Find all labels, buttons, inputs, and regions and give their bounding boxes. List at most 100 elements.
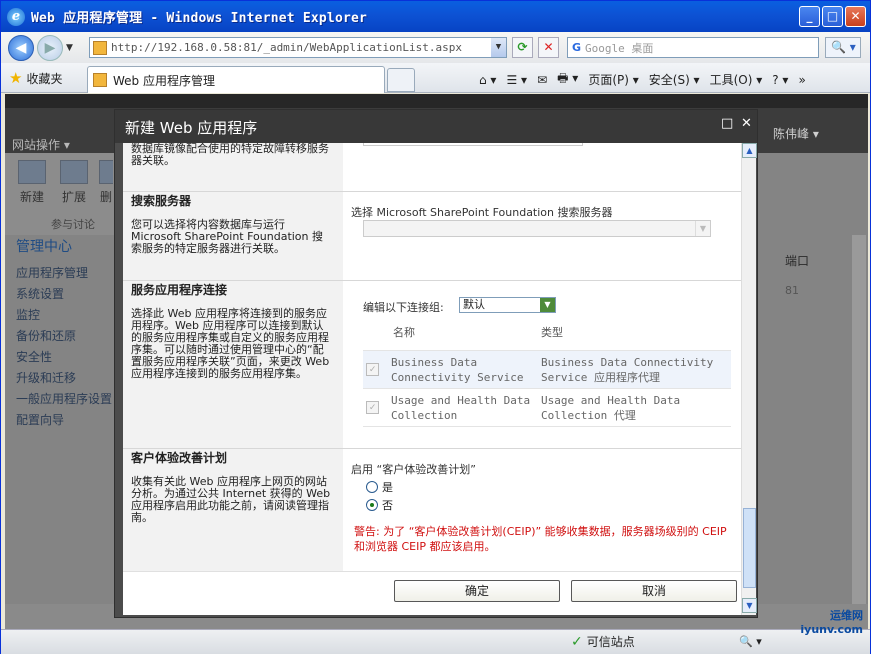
quick-launch-heading[interactable]: 管理中心	[16, 237, 112, 258]
row-checkbox[interactable]: ✓	[366, 363, 379, 376]
page-scrollbar[interactable]	[852, 235, 866, 605]
search-button[interactable]: 🔍 ▾	[825, 37, 861, 58]
new-icon	[18, 160, 46, 184]
stop-button[interactable]: ✕	[538, 37, 559, 58]
search-server-title: 搜索服务器	[131, 194, 192, 208]
ceip-desc: 收集有关此 Web 应用程序上网页的网站分析。为通过公共 Internet 获得…	[131, 475, 331, 524]
col-type: 类型	[541, 326, 563, 339]
mail-button[interactable]: ✉	[537, 73, 547, 87]
table-row: ✓ Usage and Health Data Collection Usage…	[363, 389, 731, 427]
scroll-thumb[interactable]	[743, 508, 756, 588]
command-bar: ⌂ ▾ ☰ ▾ ✉ 🖶 ▾ 页面(P) ▾ 安全(S) ▾ 工具(O) ▾ ? …	[479, 69, 806, 90]
url-dropdown-icon[interactable]: ▼	[491, 38, 506, 57]
section-search-server: 搜索服务器 您可以选择将内容数据库与运行 Microsoft SharePoin…	[123, 195, 743, 279]
divider	[123, 191, 743, 192]
forward-button[interactable]: ▶	[37, 34, 63, 61]
quick-item-upgrade[interactable]: 升级和迁移	[16, 368, 112, 389]
watermark: 运维网 iyunv.com	[800, 609, 863, 636]
ribbon-extend-button[interactable]: 扩展	[57, 160, 91, 205]
url-text: http://192.168.0.58:81/_admin/WebApplica…	[111, 41, 462, 54]
port-value: 81	[785, 284, 799, 297]
home-button[interactable]: ⌂ ▾	[479, 73, 496, 87]
quick-item-system[interactable]: 系统设置	[16, 284, 112, 305]
ie-logo-icon: e	[7, 7, 25, 26]
row-checkbox[interactable]: ✓	[366, 401, 379, 414]
failover-desc: 数据库镜像配合使用的特定故障转移服务器关联。	[131, 143, 329, 167]
refresh-button[interactable]: ⟳	[512, 37, 533, 58]
url-field[interactable]: http://192.168.0.58:81/_admin/WebApplica…	[89, 37, 507, 58]
nav-history-dropdown[interactable]: ▼	[66, 43, 73, 53]
address-bar: ◀ ▶ ▼ http://192.168.0.58:81/_admin/WebA…	[1, 32, 870, 63]
page-menu[interactable]: 页面(P) ▾	[588, 71, 638, 88]
dialog-maximize-button[interactable]: □	[721, 116, 733, 131]
search-server-select[interactable]: ▼	[363, 220, 711, 237]
favorites-bar: ★ 收藏夹 Web 应用程序管理 ⌂ ▾ ☰ ▾ ✉ 🖶 ▾ 页面(P) ▾ 安…	[1, 63, 870, 93]
site-actions-menu[interactable]: 网站操作 ▾	[12, 136, 70, 153]
close-button[interactable]: ✕	[845, 6, 866, 27]
delete-icon	[99, 160, 113, 184]
chevron-down-icon: ▼	[695, 221, 710, 236]
print-button[interactable]: 🖶 ▾	[557, 69, 578, 90]
service-name: Business Data Connectivity Service	[391, 356, 524, 384]
check-icon: ✓	[571, 633, 583, 650]
feeds-button[interactable]: ☰ ▾	[506, 73, 527, 87]
failover-input[interactable]	[363, 143, 583, 146]
ribbon-new-button[interactable]: 新建	[15, 160, 49, 205]
connection-group-label: 编辑以下连接组:	[363, 301, 444, 314]
minimize-button[interactable]: _	[799, 6, 820, 27]
quick-item-apps[interactable]: 应用程序管理	[16, 263, 112, 284]
quick-item-backup[interactable]: 备份和还原	[16, 326, 112, 347]
quick-item-monitor[interactable]: 监控	[16, 305, 112, 326]
ribbon-group-label: 参与讨论	[51, 218, 95, 231]
new-web-app-dialog: 新建 Web 应用程序 □ ✕ 数据库镜像配合使用的特定故障转移服务器关联。 搜…	[114, 109, 758, 618]
port-column-header: 端口	[785, 254, 810, 268]
scroll-up-icon[interactable]: ▲	[742, 143, 757, 158]
divider	[123, 280, 743, 281]
favorites-button[interactable]: ★ 收藏夹	[9, 69, 62, 87]
help-menu[interactable]: ? ▾	[772, 73, 788, 87]
window-title: Web 应用程序管理 - Windows Internet Explorer	[31, 11, 368, 26]
ok-button[interactable]: 确定	[394, 580, 560, 602]
tools-menu[interactable]: 工具(O) ▾	[710, 71, 763, 88]
tab-page-icon	[93, 73, 107, 87]
quick-launch: 管理中心 应用程序管理 系统设置 监控 备份和还原 安全性 升级和迁移 一般应用…	[16, 237, 112, 431]
connection-group-select[interactable]: 默认 ▼	[459, 297, 556, 313]
service-connections-table: 名称 类型 ✓ Business Data Connectivity Servi…	[363, 315, 731, 427]
zoom-button[interactable]: 🔍 ▾	[739, 635, 762, 648]
search-placeholder: Google 桌面	[585, 41, 654, 55]
ribbon-delete-button[interactable]: 删	[99, 160, 113, 205]
security-zone[interactable]: ✓ 可信站点	[571, 633, 635, 650]
search-server-desc: 您可以选择将内容数据库与运行 Microsoft SharePoint Foun…	[131, 218, 324, 255]
ceip-yes-radio[interactable]: 是	[366, 479, 393, 495]
star-icon: ★	[9, 69, 23, 87]
service-type: Usage and Health Data Collection 代理	[541, 394, 681, 422]
title-bar: e Web 应用程序管理 - Windows Internet Explorer…	[1, 1, 870, 32]
table-header: 名称 类型	[363, 315, 731, 351]
more-commands[interactable]: »	[798, 73, 805, 87]
quick-item-wizards[interactable]: 配置向导	[16, 410, 112, 431]
ceip-title: 客户体验改善计划	[131, 451, 228, 465]
quick-item-general[interactable]: 一般应用程序设置	[16, 389, 112, 410]
radio-selected-icon	[366, 499, 378, 511]
dialog-close-button[interactable]: ✕	[741, 116, 752, 131]
search-input[interactable]: G Google 桌面	[567, 37, 819, 58]
new-tab-button[interactable]	[387, 68, 415, 92]
back-button[interactable]: ◀	[8, 34, 34, 61]
radio-icon	[366, 481, 378, 493]
browser-window: e Web 应用程序管理 - Windows Internet Explorer…	[0, 0, 871, 654]
service-name: Usage and Health Data Collection	[391, 394, 531, 422]
page-icon	[93, 40, 107, 55]
ceip-no-radio[interactable]: 否	[366, 497, 393, 513]
browser-tab[interactable]: Web 应用程序管理	[87, 66, 385, 93]
chevron-down-icon: ▼	[540, 298, 555, 312]
safety-menu[interactable]: 安全(S) ▾	[649, 71, 700, 88]
cancel-button[interactable]: 取消	[571, 580, 737, 602]
maximize-button[interactable]: □	[822, 6, 843, 27]
quick-item-security[interactable]: 安全性	[16, 347, 112, 368]
search-server-label: 选择 Microsoft SharePoint Foundation 搜索服务器	[351, 206, 613, 219]
dialog-scrollbar[interactable]: ▲ ▼	[741, 143, 757, 615]
google-icon: G	[572, 41, 582, 54]
col-name: 名称	[393, 326, 415, 339]
scroll-down-icon[interactable]: ▼	[742, 598, 757, 613]
user-menu[interactable]: 陈伟峰 ▾	[773, 125, 819, 142]
